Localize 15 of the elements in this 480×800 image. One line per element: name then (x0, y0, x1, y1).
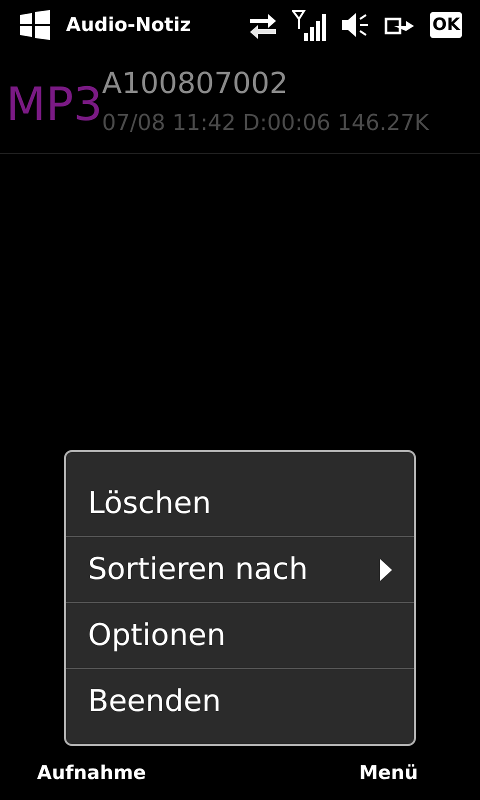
window-title: Audio-Notiz (66, 12, 191, 38)
file-details: 07/08 11:42 D:00:06 146.27K (102, 110, 429, 138)
menu-item[interactable]: Optionen (66, 602, 414, 668)
menu-item[interactable]: Löschen (66, 470, 414, 536)
speaker-muted-icon[interactable] (340, 11, 370, 39)
menu-item[interactable]: Beenden (66, 668, 414, 734)
softkey-right[interactable]: Menü (359, 758, 418, 788)
connection-arrows-icon[interactable] (248, 11, 278, 39)
signal-strength-icon[interactable] (292, 9, 326, 41)
softkey-left[interactable]: Aufnahme (37, 758, 146, 788)
file-name: A100807002 (102, 64, 289, 102)
windows-logo-icon[interactable] (18, 10, 52, 40)
ok-button[interactable]: OK (430, 12, 462, 38)
file-format-label: MP3 (6, 77, 102, 133)
menu-item[interactable]: Sortieren nach (66, 536, 414, 602)
